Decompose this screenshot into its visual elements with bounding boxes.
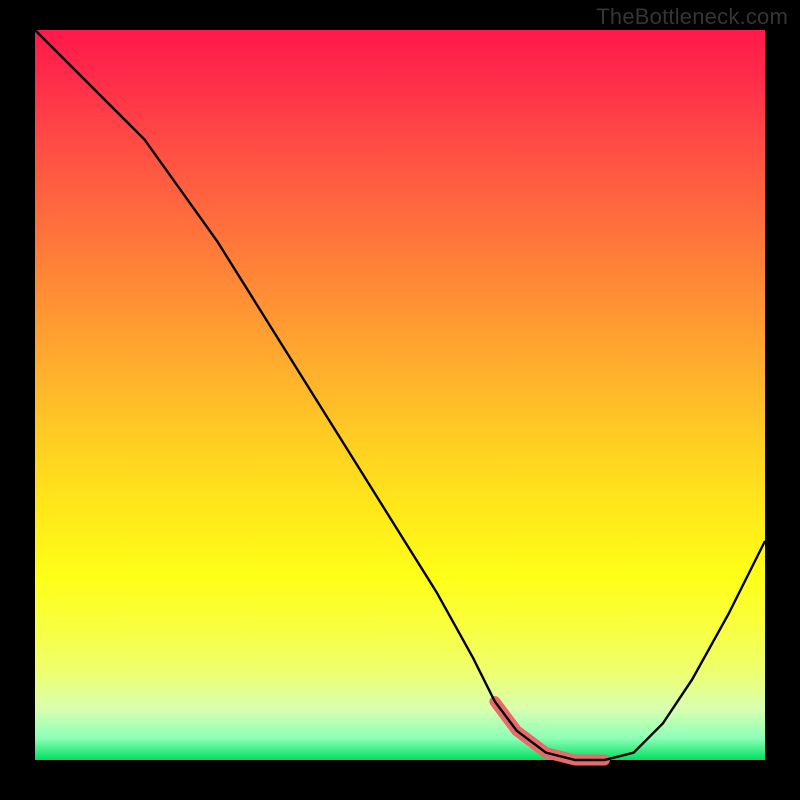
watermark-text: TheBottleneck.com [596, 4, 788, 30]
chart-plot-area [35, 30, 765, 760]
bottleneck-curve-line [35, 30, 765, 760]
curve-highlight-segment [495, 702, 605, 760]
bottleneck-curve-svg [35, 30, 765, 760]
